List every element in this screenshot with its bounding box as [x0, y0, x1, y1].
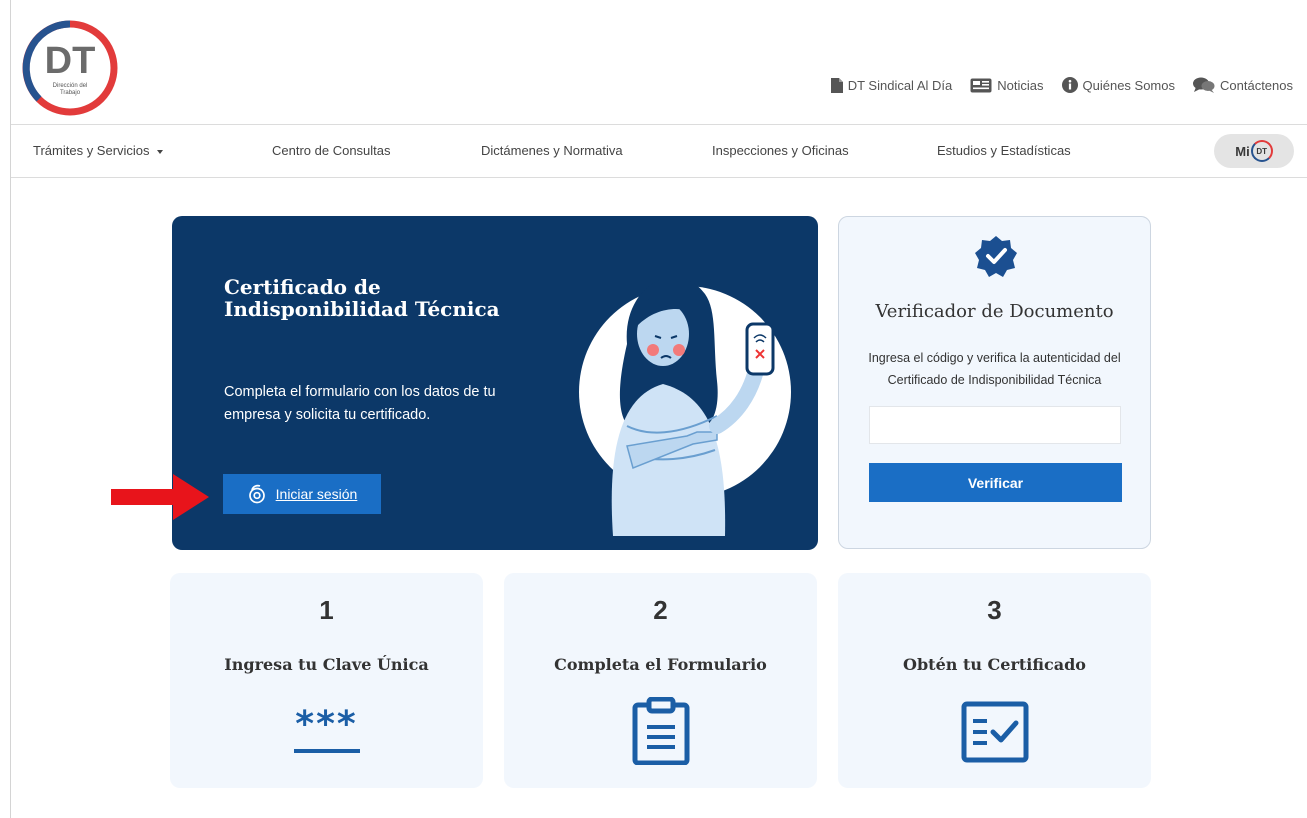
nav-item-label: Inspecciones y Oficinas [712, 143, 849, 158]
step-number: 2 [653, 595, 668, 625]
hero-banner: Certificado de Indisponibilidad Técnica … [172, 216, 818, 550]
hero-description: Completa el formulario con los datos de … [224, 384, 496, 423]
step-title: Ingresa tu Clave Única [224, 655, 429, 674]
step-card-3: 3 Obtén tu Certificado [838, 573, 1151, 788]
dt-logo[interactable]: DT Dirección del Trabajo [20, 18, 120, 118]
verifier-title: Verificador de Documento [875, 301, 1114, 322]
step-number: 1 [319, 595, 334, 625]
page-left-border [10, 0, 11, 818]
nav-item-label: Dictámenes y Normativa [481, 143, 623, 158]
chat-icon [1193, 77, 1215, 93]
checklist-icon [961, 701, 1028, 763]
top-link-noticias[interactable]: Noticias [970, 77, 1044, 93]
document-verifier: Verificador de Documento Ingresa el códi… [838, 216, 1151, 549]
verify-button[interactable]: Verificar [869, 463, 1122, 502]
step-card-2: 2 Completa el Formulario [504, 573, 817, 788]
clave-unica-icon [248, 484, 265, 504]
verified-badge-icon [975, 236, 1017, 277]
top-link-label: Noticias [997, 77, 1044, 93]
document-icon [830, 77, 843, 93]
mi-dt-label: Mi [1235, 143, 1250, 159]
clipboard-icon [632, 697, 689, 765]
step-number: 3 [987, 595, 1002, 625]
top-link-label: DT Sindical Al Día [847, 77, 953, 93]
top-link-label: Contáctenos [1220, 77, 1293, 93]
login-label: Iniciar sesión [275, 486, 358, 502]
dt-logo-icon: DT Dirección del Trabajo [22, 20, 118, 116]
password-icon: *** [287, 705, 367, 765]
password-asterisks: *** [295, 704, 358, 745]
mi-dt-logo-icon: DT [1250, 140, 1273, 162]
top-links: DT Sindical Al Día Noticias Quiénes Somo… [830, 77, 1293, 93]
verifier-description: Ingresa el código y verifica la autentic… [868, 351, 1121, 387]
nav-item-tramites[interactable]: Trámites y Servicios [33, 125, 163, 177]
logo-subtitle-line2: Trabajo [60, 90, 81, 96]
step-title: Obtén tu Certificado [903, 655, 1086, 674]
nav-item-label: Centro de Consultas [272, 143, 391, 158]
top-link-contactenos[interactable]: Contáctenos [1193, 77, 1293, 93]
main-nav: Trámites y Servicios Centro de Consultas… [11, 124, 1307, 178]
password-underline [293, 749, 360, 753]
hero-title: Certificado de Indisponibilidad Técnica [224, 275, 500, 321]
verification-code-input[interactable] [869, 406, 1121, 444]
nav-item-inspecciones[interactable]: Inspecciones y Oficinas [712, 125, 849, 177]
nav-item-estudios[interactable]: Estudios y Estadísticas [937, 125, 1071, 177]
red-arrow-icon [111, 474, 209, 520]
step-card-1: 1 Ingresa tu Clave Única *** [170, 573, 483, 788]
caret-down-icon [156, 149, 163, 154]
step-title: Completa el Formulario [554, 655, 767, 674]
nav-item-centro-consultas[interactable]: Centro de Consultas [272, 125, 391, 177]
mi-dt-button[interactable]: Mi DT [1214, 134, 1294, 168]
top-link-quienes-somos[interactable]: Quiénes Somos [1061, 77, 1176, 93]
logo-text: DT [45, 40, 96, 82]
login-button[interactable]: Iniciar sesión [223, 474, 381, 514]
nav-item-label: Estudios y Estadísticas [937, 143, 1071, 158]
nav-item-dictamenes[interactable]: Dictámenes y Normativa [481, 125, 623, 177]
newspaper-icon [970, 78, 992, 92]
info-icon [1061, 77, 1078, 93]
logo-subtitle-line1: Dirección del [53, 83, 88, 89]
top-link-dt-sindical[interactable]: DT Sindical Al Día [830, 77, 953, 93]
worried-woman-illustration [579, 264, 791, 536]
nav-item-label: Trámites y Servicios [33, 143, 150, 158]
top-link-label: Quiénes Somos [1082, 77, 1176, 93]
